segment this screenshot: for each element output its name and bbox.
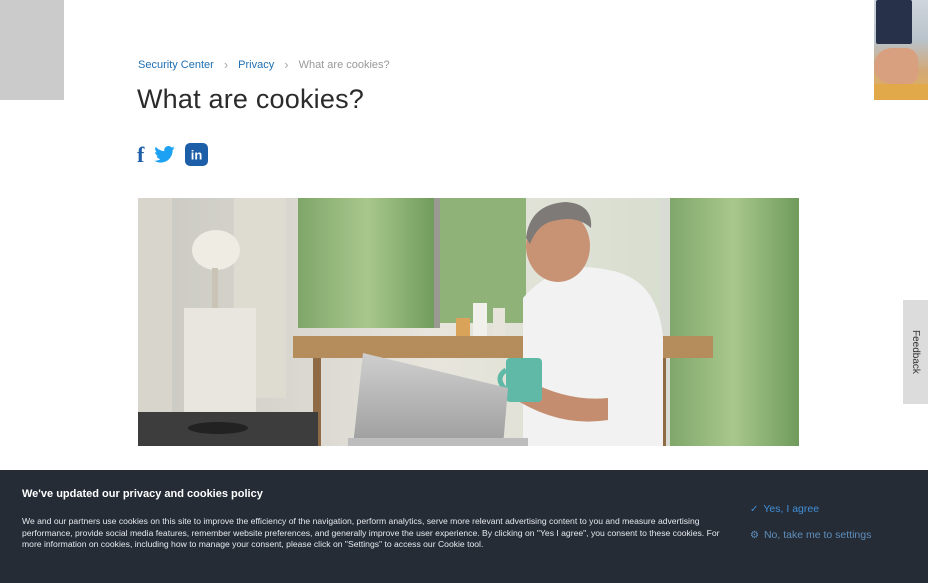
cookie-settings-label: No, take me to settings [763, 529, 872, 541]
linkedin-icon[interactable]: in [185, 143, 209, 166]
gear-icon: ⚙ [750, 529, 759, 541]
feedback-label: Feedback [910, 330, 921, 374]
breadcrumb-security-center[interactable]: Security Center [138, 59, 214, 71]
cookie-settings-button[interactable]: ⚙ No, take me to settings [750, 529, 871, 541]
cookie-actions: ✓ Yes, I agree ⚙ No, take me to settings [750, 503, 871, 541]
chevron-right-icon: › [284, 57, 289, 72]
background-left-panel [0, 0, 64, 100]
breadcrumb-current: What are cookies? [298, 58, 390, 71]
accept-cookies-button[interactable]: ✓ Yes, I agree [750, 503, 871, 515]
cookie-banner-text: We and our partners use cookies on this … [22, 516, 720, 549]
breadcrumb-privacy[interactable]: Privacy [238, 59, 274, 71]
background-photo-right [874, 0, 928, 100]
svg-text:in: in [191, 148, 203, 163]
chevron-right-icon: › [223, 57, 229, 72]
cookie-banner-title: We've updated our privacy and cookies po… [22, 488, 263, 500]
feedback-tab[interactable]: Feedback [903, 300, 928, 404]
check-icon: ✓ [750, 503, 759, 515]
passport-image [876, 0, 912, 44]
table-image [874, 84, 928, 100]
breadcrumb: Security Center › Privacy › What are coo… [138, 57, 390, 72]
twitter-icon[interactable] [154, 146, 176, 163]
article-hero-image [138, 198, 799, 446]
accept-cookies-label: Yes, I agree [763, 503, 820, 515]
share-links: f in [137, 143, 209, 166]
hand-image [874, 48, 918, 84]
cookie-banner: We've updated our privacy and cookies po… [0, 470, 928, 583]
facebook-icon[interactable]: f [137, 143, 144, 166]
page-title: What are cookies? [137, 84, 365, 114]
man-with-laptop-image [138, 198, 799, 446]
